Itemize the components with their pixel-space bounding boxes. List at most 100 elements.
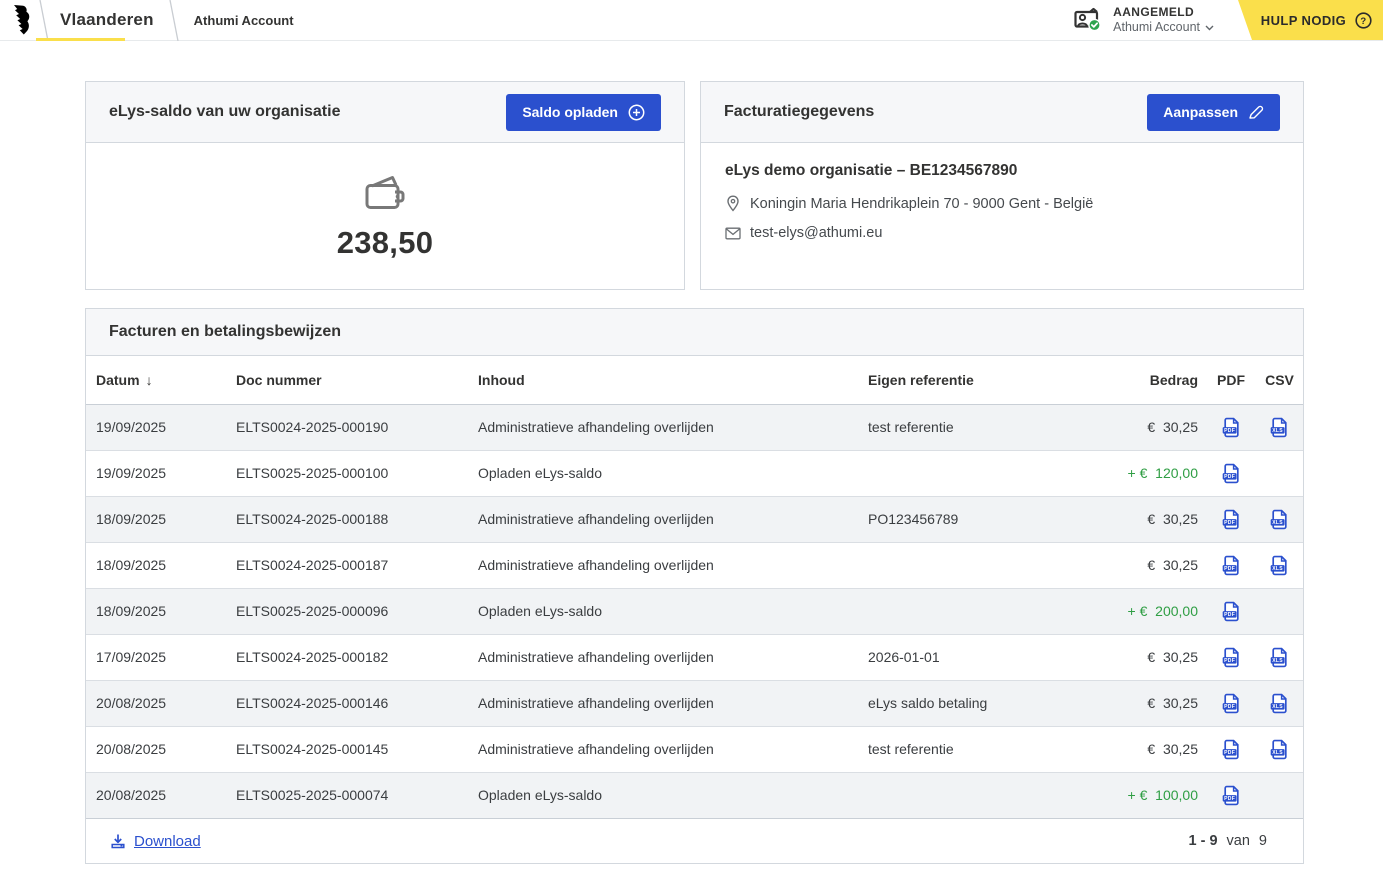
cell-doc-nummer: ELTS0024-2025-000190 xyxy=(226,404,468,450)
plus-circle-icon xyxy=(628,104,645,121)
column-header-datum[interactable]: Datum↓ xyxy=(86,356,226,404)
pdf-download-icon[interactable]: PDF xyxy=(1221,647,1242,668)
cell-doc-nummer: ELTS0024-2025-000146 xyxy=(226,680,468,726)
billing-card-body: eLys demo organisatie – BE1234567890 Kon… xyxy=(701,143,1303,241)
svg-text:PDF: PDF xyxy=(1224,750,1235,756)
cell-pdf: PDF xyxy=(1206,680,1256,726)
cell-csv: XLS xyxy=(1256,542,1303,588)
site-header: Vlaanderen Athumi Account AANGEMELD Athu… xyxy=(0,0,1383,41)
xls-download-icon[interactable]: XLS xyxy=(1269,739,1290,760)
pdf-download-icon[interactable]: PDF xyxy=(1221,739,1242,760)
balance-card-body: 238,50 xyxy=(86,143,684,289)
svg-text:XLS: XLS xyxy=(1272,658,1283,664)
column-header-bedrag[interactable]: Bedrag xyxy=(1106,356,1206,404)
svg-text:PDF: PDF xyxy=(1224,796,1235,802)
user-menu[interactable]: AANGEMELD Athumi Account xyxy=(1073,0,1238,40)
cell-csv: XLS xyxy=(1256,496,1303,542)
pagination-total: 9 xyxy=(1259,833,1267,849)
flanders-lion-icon xyxy=(8,2,36,38)
cell-doc-nummer: ELTS0025-2025-000074 xyxy=(226,772,468,818)
brand-link-vlaanderen[interactable]: Vlaanderen xyxy=(60,10,154,30)
cell-datum: 20/08/2025 xyxy=(86,726,226,772)
chevron-down-icon xyxy=(1205,25,1214,31)
table-row: 18/09/2025 ELTS0025-2025-000096 Opladen … xyxy=(86,588,1303,634)
xls-download-icon[interactable]: XLS xyxy=(1269,555,1290,576)
column-header-eigen-referentie[interactable]: Eigen referentie xyxy=(858,356,1106,404)
svg-text:XLS: XLS xyxy=(1272,520,1283,526)
table-row: 18/09/2025 ELTS0024-2025-000188 Administ… xyxy=(86,496,1303,542)
balance-card: eLys-saldo van uw organisatie Saldo opla… xyxy=(85,81,685,290)
balance-card-title: eLys-saldo van uw organisatie xyxy=(109,103,340,121)
invoices-table: Datum↓ Doc nummer Inhoud Eigen referenti… xyxy=(86,356,1303,818)
xls-download-icon[interactable]: XLS xyxy=(1269,417,1290,438)
breadcrumb-app-name[interactable]: Athumi Account xyxy=(194,13,294,28)
help-button-label: HULP NODIG xyxy=(1261,13,1346,28)
cell-inhoud: Administratieve afhandeling overlijden xyxy=(468,634,858,680)
cell-bedrag: € 30,25 xyxy=(1106,726,1206,772)
pdf-download-icon[interactable]: PDF xyxy=(1221,463,1242,484)
balance-card-header: eLys-saldo van uw organisatie Saldo opla… xyxy=(86,82,684,143)
pdf-download-icon[interactable]: PDF xyxy=(1221,601,1242,622)
table-row: 18/09/2025 ELTS0024-2025-000187 Administ… xyxy=(86,542,1303,588)
xls-download-icon[interactable]: XLS xyxy=(1269,647,1290,668)
envelope-icon xyxy=(725,227,741,240)
id-card-icon xyxy=(1073,7,1103,33)
table-row: 19/09/2025 ELTS0025-2025-000100 Opladen … xyxy=(86,450,1303,496)
cell-doc-nummer: ELTS0025-2025-000100 xyxy=(226,450,468,496)
cell-csv: XLS xyxy=(1256,680,1303,726)
logged-in-account: Athumi Account xyxy=(1113,20,1214,36)
edit-billing-button[interactable]: Aanpassen xyxy=(1147,94,1280,131)
header-actions: AANGEMELD Athumi Account HULP NODIG ? xyxy=(1073,0,1383,40)
cell-pdf: PDF xyxy=(1206,634,1256,680)
cell-eigen-referentie xyxy=(858,772,1106,818)
cell-datum: 20/08/2025 xyxy=(86,680,226,726)
cell-datum: 19/09/2025 xyxy=(86,404,226,450)
xls-download-icon[interactable]: XLS xyxy=(1269,509,1290,530)
svg-text:PDF: PDF xyxy=(1224,520,1235,526)
table-header-row: Datum↓ Doc nummer Inhoud Eigen referenti… xyxy=(86,356,1303,404)
svg-text:PDF: PDF xyxy=(1224,428,1235,434)
billing-address: Koningin Maria Hendrikaplein 70 - 9000 G… xyxy=(750,196,1093,212)
help-button[interactable]: HULP NODIG ? xyxy=(1238,0,1383,40)
header-brand-area: Vlaanderen Athumi Account xyxy=(0,0,294,40)
pdf-download-icon[interactable]: PDF xyxy=(1221,417,1242,438)
cell-eigen-referentie xyxy=(858,542,1106,588)
cell-bedrag: € 30,25 xyxy=(1106,404,1206,450)
cell-csv xyxy=(1256,772,1303,818)
svg-text:XLS: XLS xyxy=(1272,566,1283,572)
cell-datum: 18/09/2025 xyxy=(86,588,226,634)
invoices-panel-footer: Download 1 - 9 van 9 xyxy=(86,818,1303,863)
pdf-download-icon[interactable]: PDF xyxy=(1221,555,1242,576)
cell-datum: 18/09/2025 xyxy=(86,542,226,588)
table-row: 17/09/2025 ELTS0024-2025-000182 Administ… xyxy=(86,634,1303,680)
edit-billing-label: Aanpassen xyxy=(1163,104,1238,120)
cell-pdf: PDF xyxy=(1206,404,1256,450)
download-label: Download xyxy=(134,833,201,850)
download-link[interactable]: Download xyxy=(110,833,201,850)
pdf-download-icon[interactable]: PDF xyxy=(1221,785,1242,806)
cell-datum: 18/09/2025 xyxy=(86,496,226,542)
cell-eigen-referentie: PO123456789 xyxy=(858,496,1106,542)
summary-cards: eLys-saldo van uw organisatie Saldo opla… xyxy=(85,81,1383,290)
brand-active-underline xyxy=(36,38,125,41)
cell-pdf: PDF xyxy=(1206,772,1256,818)
pdf-download-icon[interactable]: PDF xyxy=(1221,693,1242,714)
cell-doc-nummer: ELTS0025-2025-000096 xyxy=(226,588,468,634)
column-header-inhoud[interactable]: Inhoud xyxy=(468,356,858,404)
column-header-doc-nummer[interactable]: Doc nummer xyxy=(226,356,468,404)
sort-descending-icon: ↓ xyxy=(146,372,153,388)
top-up-balance-button[interactable]: Saldo opladen xyxy=(506,94,661,131)
cell-pdf: PDF xyxy=(1206,726,1256,772)
pdf-download-icon[interactable]: PDF xyxy=(1221,509,1242,530)
cell-eigen-referentie: eLys saldo betaling xyxy=(858,680,1106,726)
cell-inhoud: Administratieve afhandeling overlijden xyxy=(468,680,858,726)
cell-inhoud: Administratieve afhandeling overlijden xyxy=(468,542,858,588)
cell-inhoud: Opladen eLys-saldo xyxy=(468,450,858,496)
question-circle-icon: ? xyxy=(1355,12,1372,29)
user-texts: AANGEMELD Athumi Account xyxy=(1113,5,1214,36)
svg-text:PDF: PDF xyxy=(1224,566,1235,572)
table-row: 20/08/2025 ELTS0024-2025-000145 Administ… xyxy=(86,726,1303,772)
xls-download-icon[interactable]: XLS xyxy=(1269,693,1290,714)
cell-pdf: PDF xyxy=(1206,542,1256,588)
billing-email-line: test-elys@athumi.eu xyxy=(725,225,1279,241)
